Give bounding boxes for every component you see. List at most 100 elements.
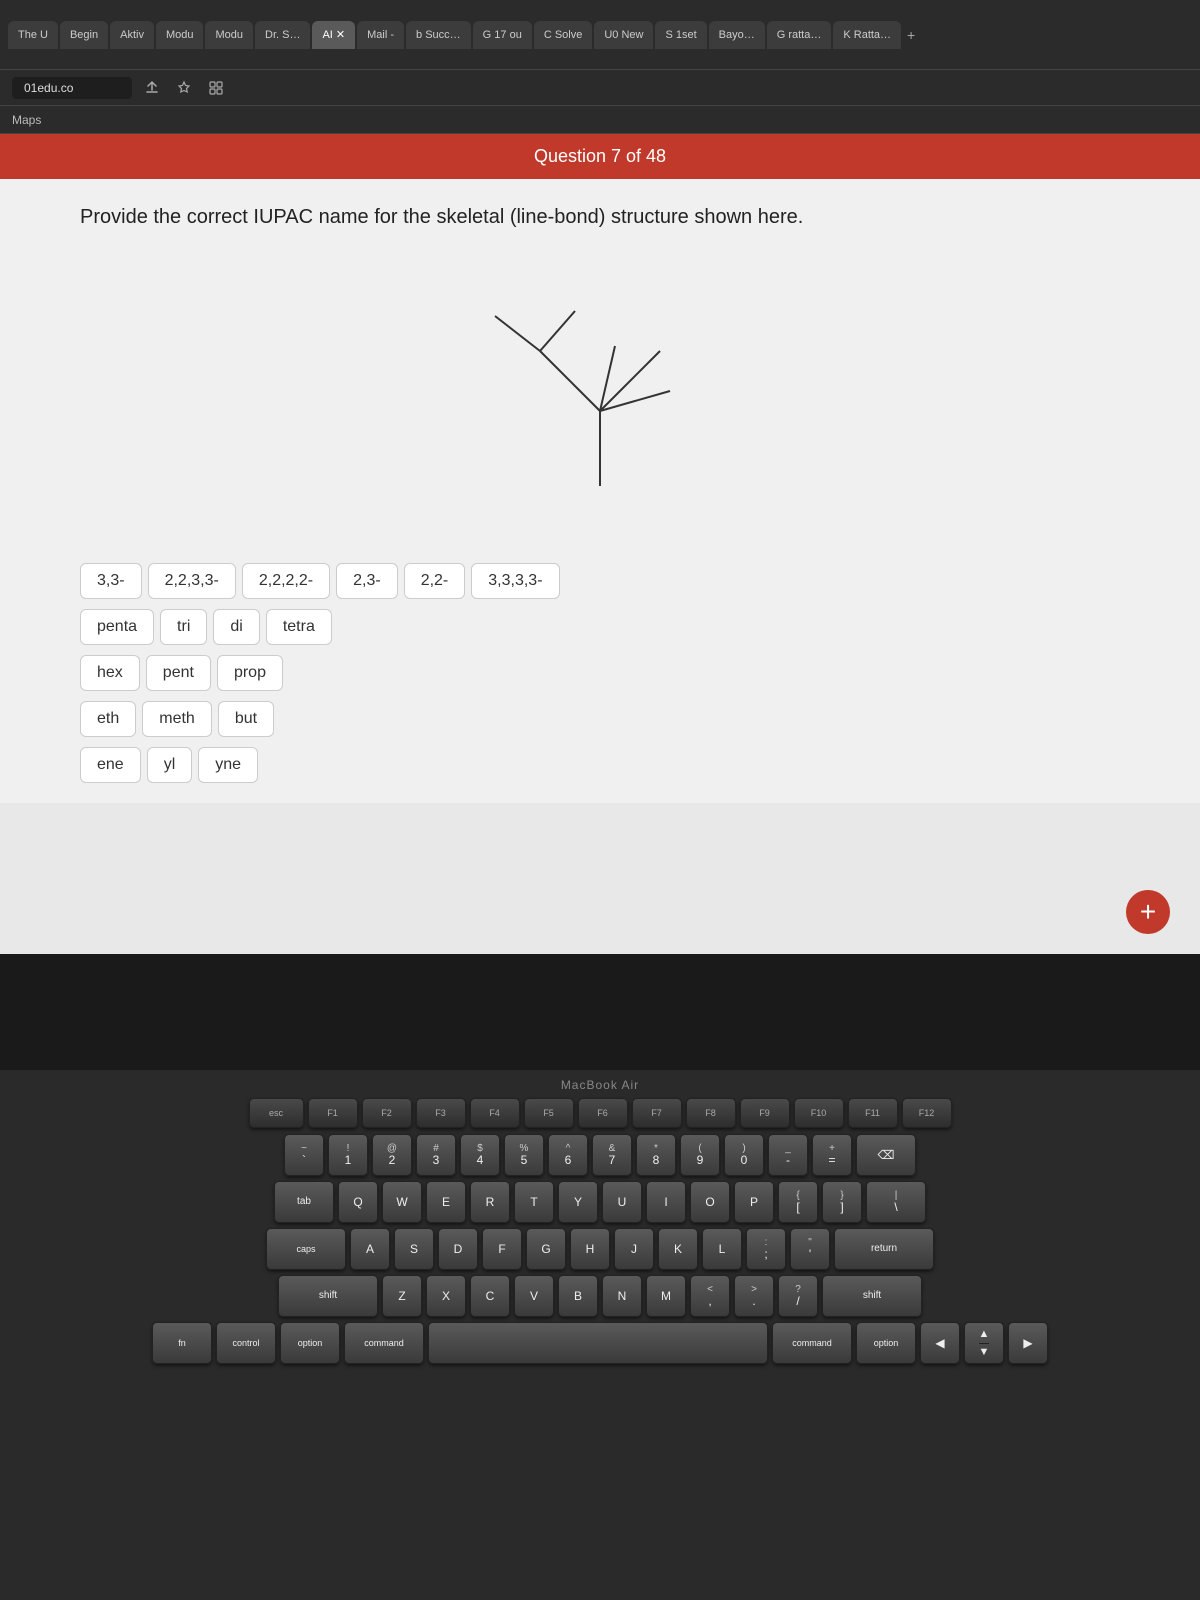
key-semicolon[interactable]: :;	[746, 1228, 786, 1270]
key-f7[interactable]: F7	[632, 1098, 682, 1128]
key-5[interactable]: %5	[504, 1134, 544, 1176]
key-8[interactable]: *8	[636, 1134, 676, 1176]
key-v[interactable]: V	[514, 1275, 554, 1317]
key-f10[interactable]: F10	[794, 1098, 844, 1128]
btn-2-2[interactable]: 2,2-	[404, 563, 466, 599]
btn-pent[interactable]: pent	[146, 655, 211, 691]
key-p[interactable]: P	[734, 1181, 774, 1223]
extensions-icon[interactable]	[204, 76, 228, 100]
key-q[interactable]: Q	[338, 1181, 378, 1223]
key-comma[interactable]: <,	[690, 1275, 730, 1317]
key-u[interactable]: U	[602, 1181, 642, 1223]
key-caps[interactable]: caps	[266, 1228, 346, 1270]
key-esc[interactable]: esc	[249, 1098, 304, 1128]
key-quote[interactable]: "'	[790, 1228, 830, 1270]
key-arrow-updown[interactable]: ▲ ▼	[964, 1322, 1004, 1364]
key-slash[interactable]: ?/	[778, 1275, 818, 1317]
btn-2-3[interactable]: 2,3-	[336, 563, 398, 599]
key-option-r[interactable]: option	[856, 1322, 916, 1364]
btn-hex[interactable]: hex	[80, 655, 140, 691]
key-lbracket[interactable]: {[	[778, 1181, 818, 1223]
btn-yne[interactable]: yne	[198, 747, 258, 783]
key-d[interactable]: D	[438, 1228, 478, 1270]
url-bar[interactable]: 01edu.co	[12, 77, 132, 99]
tab-solve[interactable]: C Solve	[534, 21, 593, 49]
tab-succ[interactable]: b Succ…	[406, 21, 471, 49]
key-s[interactable]: S	[394, 1228, 434, 1270]
btn-3-3[interactable]: 3,3-	[80, 563, 142, 599]
tab-mail[interactable]: Mail -	[357, 21, 404, 49]
key-k[interactable]: K	[658, 1228, 698, 1270]
btn-2-2-2-2[interactable]: 2,2,2,2-	[242, 563, 330, 599]
key-t[interactable]: T	[514, 1181, 554, 1223]
key-m[interactable]: M	[646, 1275, 686, 1317]
tab-new[interactable]: U0 New	[594, 21, 653, 49]
key-f2[interactable]: F2	[362, 1098, 412, 1128]
key-n[interactable]: N	[602, 1275, 642, 1317]
key-o[interactable]: O	[690, 1181, 730, 1223]
key-command-r[interactable]: command	[772, 1322, 852, 1364]
key-j[interactable]: J	[614, 1228, 654, 1270]
key-rbracket[interactable]: }]	[822, 1181, 862, 1223]
btn-tri[interactable]: tri	[160, 609, 207, 645]
key-period[interactable]: >.	[734, 1275, 774, 1317]
btn-meth[interactable]: meth	[142, 701, 212, 737]
key-arrow-right[interactable]: ▶	[1008, 1322, 1048, 1364]
key-2[interactable]: @2	[372, 1134, 412, 1176]
key-f1[interactable]: F1	[308, 1098, 358, 1128]
key-l[interactable]: L	[702, 1228, 742, 1270]
key-fn[interactable]: fn	[152, 1322, 212, 1364]
key-a[interactable]: A	[350, 1228, 390, 1270]
tab-modu-1[interactable]: Modu	[156, 21, 204, 49]
key-y[interactable]: Y	[558, 1181, 598, 1223]
star-icon[interactable]	[172, 76, 196, 100]
key-return[interactable]: return	[834, 1228, 934, 1270]
key-c[interactable]: C	[470, 1275, 510, 1317]
key-f11[interactable]: F11	[848, 1098, 898, 1128]
plus-button[interactable]: +	[1126, 890, 1170, 934]
tab-the-u[interactable]: The U	[8, 21, 58, 49]
btn-2-2-3-3[interactable]: 2,2,3,3-	[148, 563, 236, 599]
key-f3[interactable]: F3	[416, 1098, 466, 1128]
tab-begin[interactable]: Begin	[60, 21, 108, 49]
btn-3-3-3-3[interactable]: 3,3,3,3-	[471, 563, 559, 599]
key-backtick[interactable]: ~`	[284, 1134, 324, 1176]
key-f6[interactable]: F6	[578, 1098, 628, 1128]
key-0[interactable]: )0	[724, 1134, 764, 1176]
tab-ai[interactable]: AI ✕	[312, 21, 355, 49]
tab-ratta2[interactable]: K Ratta…	[833, 21, 901, 49]
btn-but[interactable]: but	[218, 701, 274, 737]
key-option-l[interactable]: option	[280, 1322, 340, 1364]
key-g[interactable]: G	[526, 1228, 566, 1270]
key-minus[interactable]: _-	[768, 1134, 808, 1176]
key-f8[interactable]: F8	[686, 1098, 736, 1128]
key-f[interactable]: F	[482, 1228, 522, 1270]
key-7[interactable]: &7	[592, 1134, 632, 1176]
key-equals[interactable]: +=	[812, 1134, 852, 1176]
tab-ratta1[interactable]: G ratta…	[767, 21, 832, 49]
btn-di[interactable]: di	[213, 609, 259, 645]
tab-dr-s[interactable]: Dr. S…	[255, 21, 310, 49]
key-3[interactable]: #3	[416, 1134, 456, 1176]
key-shift-l[interactable]: shift	[278, 1275, 378, 1317]
tab-modu-2[interactable]: Modu	[205, 21, 253, 49]
key-delete[interactable]: ⌫	[856, 1134, 916, 1176]
key-w[interactable]: W	[382, 1181, 422, 1223]
key-b[interactable]: B	[558, 1275, 598, 1317]
tab-17ou[interactable]: G 17 ou	[473, 21, 532, 49]
btn-yl[interactable]: yl	[147, 747, 193, 783]
key-arrow-left[interactable]: ◀	[920, 1322, 960, 1364]
key-1[interactable]: !1	[328, 1134, 368, 1176]
btn-tetra[interactable]: tetra	[266, 609, 332, 645]
key-shift-r[interactable]: shift	[822, 1275, 922, 1317]
tab-bayo[interactable]: Bayo…	[709, 21, 765, 49]
key-4[interactable]: $4	[460, 1134, 500, 1176]
key-i[interactable]: I	[646, 1181, 686, 1223]
key-r[interactable]: R	[470, 1181, 510, 1223]
share-icon[interactable]	[140, 76, 164, 100]
new-tab-button[interactable]: +	[907, 27, 915, 43]
key-space[interactable]	[428, 1322, 768, 1364]
key-f4[interactable]: F4	[470, 1098, 520, 1128]
key-tab[interactable]: tab	[274, 1181, 334, 1223]
key-9[interactable]: (9	[680, 1134, 720, 1176]
